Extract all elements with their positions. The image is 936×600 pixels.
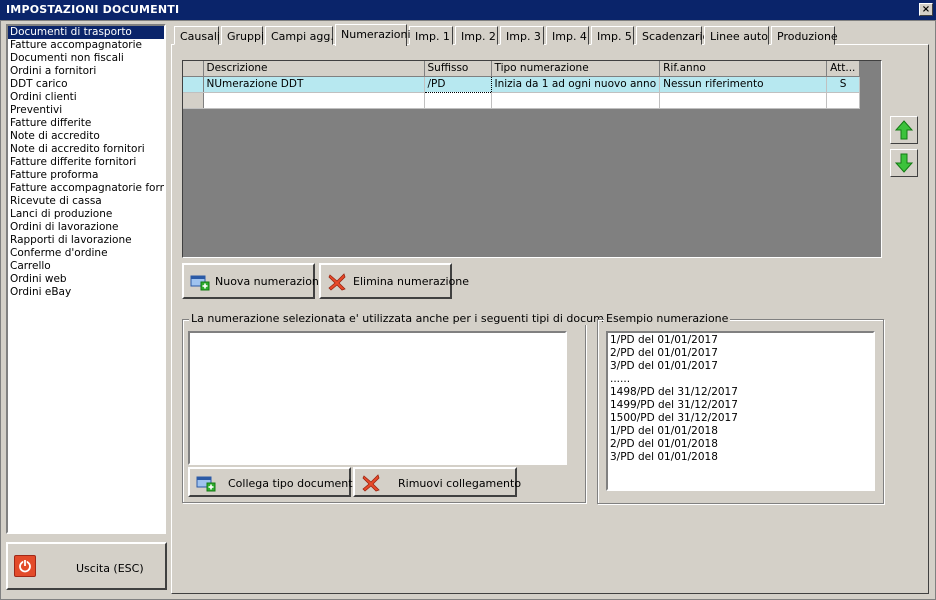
tab-causali[interactable]: Causali xyxy=(174,26,220,45)
column-header-numbering-type[interactable]: Tipo numerazione xyxy=(491,61,661,77)
doc-type-item[interactable]: Fatture differite fornitori xyxy=(8,156,164,169)
example-line: 1498/PD del 31/12/2017 xyxy=(610,386,738,398)
delete-numbering-label: Elimina numerazione xyxy=(353,275,470,288)
delete-x-icon xyxy=(328,273,346,291)
document-type-list[interactable]: Documenti di trasporto Fatture accompagna… xyxy=(6,24,166,534)
doc-type-item[interactable]: Fatture differite xyxy=(8,117,164,130)
cell-year-ref[interactable]: Nessun riferimento xyxy=(659,76,828,93)
exit-button[interactable]: Uscita (ESC) xyxy=(6,542,167,590)
tab-numerazioni[interactable]: Numerazioni xyxy=(335,24,411,46)
tab-produzione[interactable]: Produzione xyxy=(771,26,838,45)
example-numbering-list: 1/PD del 01/01/2017 2/PD del 01/01/2017 3/… xyxy=(606,331,875,491)
example-line: 1/PD del 01/01/2018 xyxy=(610,425,718,437)
doc-type-item[interactable]: Ordini di lavorazione xyxy=(8,221,164,234)
close-button[interactable]: × xyxy=(919,3,933,16)
tab-imp-4[interactable]: Imp. 4 xyxy=(546,26,589,45)
doc-type-item[interactable]: Ordini eBay xyxy=(8,286,164,299)
example-line: ...... xyxy=(610,373,631,385)
doc-type-item[interactable]: Lanci di produzione xyxy=(8,208,164,221)
example-line: 1500/PD del 31/12/2017 xyxy=(610,412,738,424)
linked-doc-types-list[interactable] xyxy=(188,331,567,465)
add-window-icon xyxy=(196,476,216,492)
cell-description[interactable] xyxy=(203,92,425,109)
grid-header-row: Descrizione Suffisso Tipo numerazione Ri… xyxy=(183,61,861,77)
row-indicator[interactable] xyxy=(183,76,204,93)
doc-type-item[interactable]: Ordini clienti xyxy=(8,91,164,104)
grid-row-indicator-header xyxy=(183,61,204,77)
doc-type-item[interactable]: Rapporti di lavorazione xyxy=(8,234,164,247)
cell-numbering-type[interactable] xyxy=(491,92,661,109)
tab-scadenzario[interactable]: Scadenzario xyxy=(636,26,709,45)
example-line: 3/PD del 01/01/2017 xyxy=(610,360,718,372)
column-header-active[interactable]: Att... xyxy=(826,61,861,77)
column-header-year-ref[interactable]: Rif.anno xyxy=(659,61,828,77)
example-line: 1499/PD del 31/12/2017 xyxy=(610,399,738,411)
tab-imp-1[interactable]: Imp. 1 xyxy=(409,26,453,45)
window-title-bar: IMPOSTAZIONI DOCUMENTI × xyxy=(0,0,936,20)
doc-type-item[interactable]: Note di accredito fornitori xyxy=(8,143,164,156)
add-window-icon xyxy=(190,275,210,291)
cell-suffix[interactable]: /PD xyxy=(423,75,492,93)
example-line: 2/PD del 01/01/2018 xyxy=(610,438,718,450)
doc-type-item[interactable]: DDT carico xyxy=(8,78,164,91)
cell-active[interactable] xyxy=(826,92,861,109)
tab-linee-auto[interactable]: Linee auto xyxy=(704,26,769,45)
arrow-up-icon xyxy=(895,120,913,140)
doc-type-item[interactable]: Preventivi xyxy=(8,104,164,117)
remove-link-button[interactable]: Rimuovi collegamento xyxy=(353,467,521,497)
example-line: 2/PD del 01/01/2017 xyxy=(610,347,718,359)
doc-type-item[interactable]: Ordini a fornitori xyxy=(8,65,164,78)
window-title: IMPOSTAZIONI DOCUMENTI xyxy=(6,3,180,16)
move-down-button[interactable] xyxy=(890,149,918,177)
move-up-button[interactable] xyxy=(890,116,918,144)
cell-description[interactable]: NUmerazione DDT xyxy=(203,76,425,93)
row-indicator[interactable] xyxy=(183,92,204,109)
cell-numbering-type[interactable]: Inizia da 1 ad ogni nuovo anno xyxy=(491,76,661,93)
doc-type-item[interactable]: Fatture accompagnatorie fornito xyxy=(8,182,164,195)
doc-type-item[interactable]: Carrello xyxy=(8,260,164,273)
table-row[interactable]: NUmerazione DDT /PD Inizia da 1 ad ogni … xyxy=(183,75,861,93)
cell-year-ref[interactable] xyxy=(659,92,828,109)
link-doc-type-button[interactable]: Collega tipo documento xyxy=(188,467,359,497)
new-row[interactable] xyxy=(183,92,861,109)
doc-type-item[interactable]: Conferme d'ordine xyxy=(8,247,164,260)
linked-doc-types-legend: La numerazione selezionata e' utilizzata… xyxy=(189,312,638,325)
delete-x-icon xyxy=(362,474,380,492)
numbering-grid[interactable]: Descrizione Suffisso Tipo numerazione Ri… xyxy=(182,60,882,258)
column-header-description[interactable]: Descrizione xyxy=(203,61,425,77)
tab-imp-2[interactable]: Imp. 2 xyxy=(455,26,498,45)
tab-imp-3[interactable]: Imp. 3 xyxy=(500,26,544,45)
tab-campi-agg[interactable]: Campi agg. xyxy=(265,26,334,45)
column-header-suffix[interactable]: Suffisso xyxy=(424,61,492,77)
doc-type-item[interactable]: Documenti di trasporto xyxy=(8,26,164,39)
link-doc-type-label: Collega tipo documento xyxy=(228,477,360,490)
doc-type-item[interactable]: Fatture proforma xyxy=(8,169,164,182)
doc-type-item[interactable]: Documenti non fiscali xyxy=(8,52,164,65)
arrow-down-icon xyxy=(895,153,913,173)
doc-type-item[interactable]: Ricevute di cassa xyxy=(8,195,164,208)
cell-suffix[interactable] xyxy=(424,92,492,109)
example-line: 3/PD del 01/01/2018 xyxy=(610,451,718,463)
tab-imp-5[interactable]: Imp. 5 xyxy=(591,26,634,45)
doc-type-item[interactable]: Fatture accompagnatorie xyxy=(8,39,164,52)
doc-type-item[interactable]: Note di accredito xyxy=(8,130,164,143)
power-icon xyxy=(14,555,36,577)
example-line: 1/PD del 01/01/2017 xyxy=(610,334,718,346)
cell-active[interactable]: S xyxy=(826,76,861,93)
tab-gruppi[interactable]: Gruppi xyxy=(221,26,264,45)
example-numbering-legend: Esempio numerazione xyxy=(604,312,731,325)
exit-button-label: Uscita (ESC) xyxy=(76,562,144,575)
remove-link-label: Rimuovi collegamento xyxy=(398,477,522,490)
doc-type-item[interactable]: Ordini web xyxy=(8,273,164,286)
delete-numbering-button[interactable]: Elimina numerazione xyxy=(319,263,469,299)
new-numbering-button[interactable]: Nuova numerazione xyxy=(182,263,326,299)
new-numbering-label: Nuova numerazione xyxy=(215,275,326,288)
